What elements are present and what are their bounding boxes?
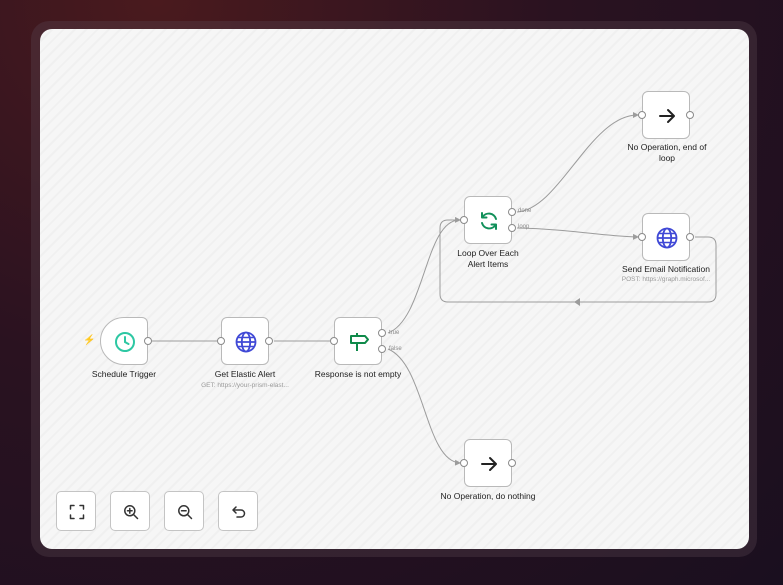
false-output-port[interactable]: [378, 345, 386, 353]
connection-true-to-loop: [387, 216, 461, 334]
done-port-label: done: [518, 208, 532, 214]
expand-icon: [69, 504, 85, 520]
globe-icon: [656, 227, 678, 249]
node-label: Response is not empty: [314, 369, 402, 379]
input-port[interactable]: [217, 337, 225, 345]
input-port[interactable]: [330, 337, 338, 345]
loop-port-label: loop: [518, 224, 530, 230]
node-label: Loop Over Each Alert Items: [457, 248, 519, 269]
input-port[interactable]: [638, 233, 646, 241]
node-label: Send Email Notification: [622, 264, 710, 274]
node-schedule-trigger[interactable]: [100, 317, 152, 365]
fit-view-button[interactable]: [56, 491, 96, 531]
output-port[interactable]: [144, 337, 152, 345]
output-port[interactable]: [265, 337, 273, 345]
node-no-op-do-nothing[interactable]: [460, 439, 516, 487]
globe-icon: [235, 331, 257, 353]
node-label: Get Elastic Alert: [214, 369, 276, 379]
trigger-bolt-icon: ⚡: [83, 335, 96, 346]
done-output-port[interactable]: [508, 208, 516, 216]
node-send-email-notification[interactable]: [638, 213, 694, 261]
zoom-out-button[interactable]: [164, 491, 204, 531]
output-port[interactable]: [508, 459, 516, 467]
node-subtitle: POST: https://graph.microsof...: [621, 276, 711, 283]
signpost-icon: [350, 333, 369, 351]
node-label: Schedule Trigger: [91, 369, 157, 379]
node-response-is-not-empty[interactable]: [330, 317, 386, 365]
loop-icon: [481, 212, 497, 230]
node-label: No Operation, end of loop: [627, 142, 707, 163]
zoom-in-button[interactable]: [110, 491, 150, 531]
workflow-canvas[interactable]: ⚡ Schedule Trigger Get Elastic Alert GET…: [40, 29, 749, 549]
clock-icon: [115, 332, 135, 352]
node-loop-over-items[interactable]: [460, 196, 516, 244]
true-output-port[interactable]: [378, 329, 386, 337]
undo-icon: [232, 506, 246, 518]
input-port[interactable]: [460, 459, 468, 467]
output-port[interactable]: [686, 233, 694, 241]
zoom-in-icon: [124, 505, 139, 520]
arrow-right-icon: [481, 457, 497, 471]
input-port[interactable]: [460, 216, 468, 224]
false-port-label: false: [389, 346, 402, 352]
node-subtitle: GET: https://your-prism-elast...: [201, 382, 289, 389]
connection-loop-to-email: [516, 227, 639, 240]
input-port[interactable]: [638, 111, 646, 119]
node-label: No Operation, do nothing: [440, 491, 536, 501]
node-get-elastic-alert[interactable]: [217, 317, 273, 365]
loop-back-arrowhead: [574, 298, 580, 306]
output-port[interactable]: [686, 111, 694, 119]
connection-done-to-end: [516, 112, 639, 213]
connection-false-to-noop: [387, 348, 461, 466]
arrow-right-icon: [659, 109, 675, 123]
true-port-label: true: [389, 330, 400, 336]
node-no-op-end-of-loop[interactable]: [638, 91, 694, 139]
reset-zoom-button[interactable]: [218, 491, 258, 531]
loop-output-port[interactable]: [508, 224, 516, 232]
zoom-out-icon: [178, 505, 193, 520]
